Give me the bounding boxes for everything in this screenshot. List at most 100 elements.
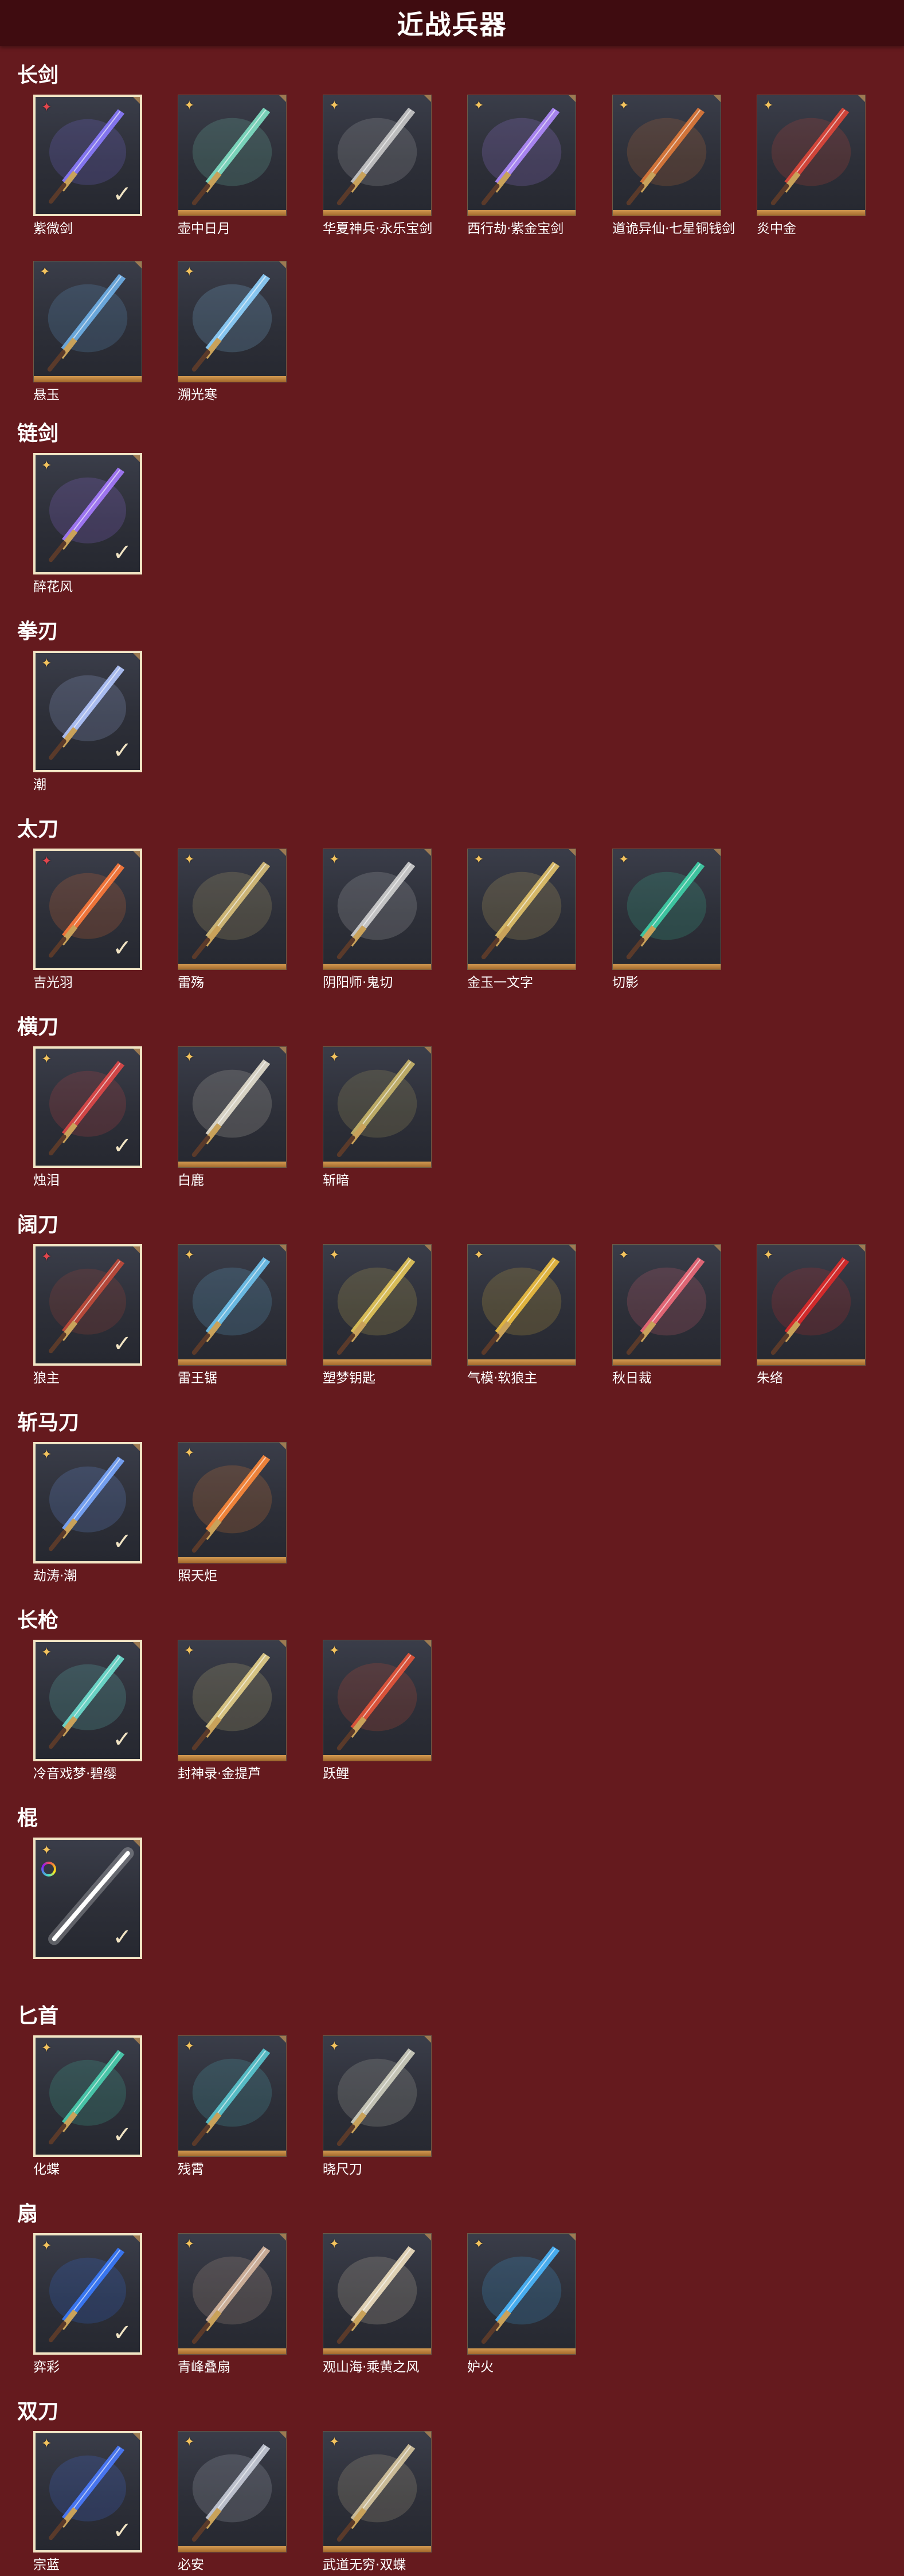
weapon-name: 封神录·金提芦 [178,1766,261,1781]
corner-notch-icon [423,849,431,857]
weapon-card[interactable]: ✦ 照天炬 [178,1442,288,1586]
weapon-thumbnail[interactable]: ✦ [323,2233,432,2355]
weapon-image [481,1257,562,1355]
corner-notch-icon [278,2234,286,2242]
weapon-thumbnail[interactable]: ✦ [178,2233,287,2355]
weapon-name: 弈彩 [33,2360,60,2375]
weapon-card[interactable]: ✦ 跃鲤 [323,1640,433,1784]
weapon-card[interactable]: ✦ ✓ 狼主 [33,1244,143,1389]
weapon-thumbnail[interactable]: ✦ ✓ [33,651,142,772]
corner-notch-icon [278,1047,286,1055]
weapon-card[interactable]: ✦ ✓ 化蝶 [33,2035,143,2180]
weapon-thumbnail[interactable]: ✦ ✓ [33,1640,142,1761]
weapon-card[interactable]: ✦ 秋日裁 [612,1244,722,1389]
weapon-thumbnail[interactable]: ✦ [323,1640,432,1761]
weapon-card[interactable]: ✦ 雷王锯 [178,1244,288,1389]
weapon-thumbnail[interactable]: ✦ [178,2431,287,2552]
weapon-card[interactable]: ✦ 斩暗 [323,1046,433,1191]
weapon-card[interactable]: ✦ 炎中金 [757,95,867,239]
weapon-card[interactable]: ✦ 道诡异仙·七星铜钱剑 [612,95,735,239]
weapon-thumbnail[interactable]: ✦ [612,95,721,216]
owned-check-icon: ✓ [112,540,132,566]
weapon-card[interactable]: ✦ 白鹿 [178,1046,288,1191]
weapon-name: 雷王锯 [178,1371,217,1386]
weapon-card[interactable]: ✦ 华夏神兵·永乐宝剑 [323,95,433,239]
weapon-thumbnail[interactable]: ✦ [178,849,287,970]
weapon-card[interactable]: ✦ ✓ 冷音戏梦·碧缨 [33,1640,143,1784]
weapon-thumbnail[interactable]: ✦ ✓ [33,1046,142,1168]
weapon-card[interactable]: ✦ 残霄 [178,2035,288,2180]
weapon-card[interactable]: ✦ 悬玉 [33,261,143,405]
weapon-thumbnail[interactable]: ✦ [612,849,721,970]
weapon-thumbnail[interactable]: ✦ [467,1244,576,1366]
weapon-thumbnail[interactable]: ✦ [467,849,576,970]
weapon-thumbnail[interactable]: ✦ [33,261,142,382]
weapon-thumbnail[interactable]: ✦ [612,1244,721,1366]
weapon-card[interactable]: ✦ 切影 [612,849,722,993]
weapon-thumbnail[interactable]: ✦ [323,95,432,216]
weapon-thumbnail[interactable]: ✦ [323,1046,432,1168]
section-title: 链剑 [17,422,59,445]
weapon-card[interactable]: ✦ 溯光寒 [178,261,288,405]
weapon-thumbnail[interactable]: ✦ [178,1244,287,1366]
weapon-thumbnail[interactable]: ✦ [178,2035,287,2157]
weapon-thumbnail[interactable]: ✦ ✓ [33,95,142,216]
owned-check-icon: ✓ [112,1726,132,1753]
weapon-card[interactable]: ✦ 朱络 [757,1244,867,1389]
weapon-card[interactable]: ✦ 封神录·金提芦 [178,1640,288,1784]
weapon-thumbnail[interactable]: ✦ [178,1046,287,1168]
weapon-thumbnail[interactable]: ✦ [323,2431,432,2552]
weapon-thumbnail[interactable]: ✦ ✓ [33,1442,142,1563]
weapon-thumbnail[interactable]: ✦ [178,1442,287,1563]
weapon-card[interactable]: ✦ 雷殇 [178,849,288,993]
weapon-thumbnail[interactable]: ✦ [467,2233,576,2355]
weapon-thumbnail[interactable]: ✦ [323,1244,432,1366]
weapon-card[interactable]: ✦ ✓ 潮 [33,651,143,795]
weapon-thumbnail[interactable]: ✦ [467,95,576,216]
weapon-thumbnail[interactable]: ✦ ✓ [33,2035,142,2157]
weapon-card[interactable]: ✦ ✓ [33,1838,143,1982]
weapon-thumbnail[interactable]: ✦ [323,2035,432,2157]
weapon-name: 妒火 [467,2360,494,2375]
weapon-card[interactable]: ✦ ✓ 吉光羽 [33,849,143,993]
weapon-thumbnail[interactable]: ✦ ✓ [33,849,142,970]
weapon-thumbnail[interactable]: ✦ [178,261,287,382]
weapon-thumbnail[interactable]: ✦ ✓ [33,2233,142,2355]
weapon-card[interactable]: ✦ 晓尺刀 [323,2035,433,2180]
weapon-thumbnail[interactable]: ✦ [178,95,287,216]
weapon-thumbnail[interactable]: ✦ [323,849,432,970]
weapon-thumbnail[interactable]: ✦ ✓ [33,453,142,574]
weapon-card[interactable]: ✦ 阴阳师·鬼切 [323,849,433,993]
weapon-card[interactable]: ✦ 壶中日月 [178,95,288,239]
weapon-card[interactable]: ✦ ✓ 烛泪 [33,1046,143,1191]
corner-notch-icon [278,1640,286,1648]
weapon-name: 照天炬 [178,1569,217,1584]
weapon-thumbnail[interactable]: ✦ ✓ [33,1244,142,1366]
weapon-card[interactable]: ✦ 必安 [178,2431,288,2575]
weapon-card[interactable]: ✦ ✓ 弈彩 [33,2233,143,2378]
weapon-card[interactable]: ✦ 观山海·乘黄之风 [323,2233,433,2378]
weapon-card[interactable]: ✦ 妒火 [467,2233,577,2378]
weapon-card[interactable]: ✦ ✓ 紫微剑 [33,95,143,239]
weapon-card[interactable]: ✦ 塑梦钥匙 [323,1244,433,1389]
weapon-thumbnail[interactable]: ✦ ✓ [33,2431,142,2552]
weapon-thumbnail[interactable]: ✦ ✓ [33,1838,142,1959]
corner-notch-icon [423,95,431,103]
weapon-card[interactable]: ✦ ✓ 宗蓝 [33,2431,143,2575]
gold-star-rank-icon: ✦ [329,1644,340,1658]
weapon-name: 残霄 [178,2162,204,2177]
weapon-card[interactable]: ✦ ✓ 劫涛·潮 [33,1442,143,1586]
weapon-card[interactable]: ✦ ✓ 醉花风 [33,453,143,597]
gold-star-rank-icon: ✦ [329,2039,340,2054]
weapon-name: 雷殇 [178,975,204,990]
weapon-card[interactable]: ✦ 青峰叠扇 [178,2233,288,2378]
weapon-image [336,861,417,960]
weapon-thumbnail[interactable]: ✦ [178,1640,287,1761]
weapon-card[interactable]: ✦ 西行劫·紫金宝剑 [467,95,577,239]
weapon-thumbnail[interactable]: ✦ [757,95,866,216]
weapon-card[interactable]: ✦ 气模·软狼主 [467,1244,577,1389]
weapon-thumbnail[interactable]: ✦ [757,1244,866,1366]
weapon-card[interactable]: ✦ 金玉一文字 [467,849,577,993]
weapon-name: 跃鲤 [323,1766,349,1781]
weapon-card[interactable]: ✦ 武道无穷·双蝶 [323,2431,433,2575]
